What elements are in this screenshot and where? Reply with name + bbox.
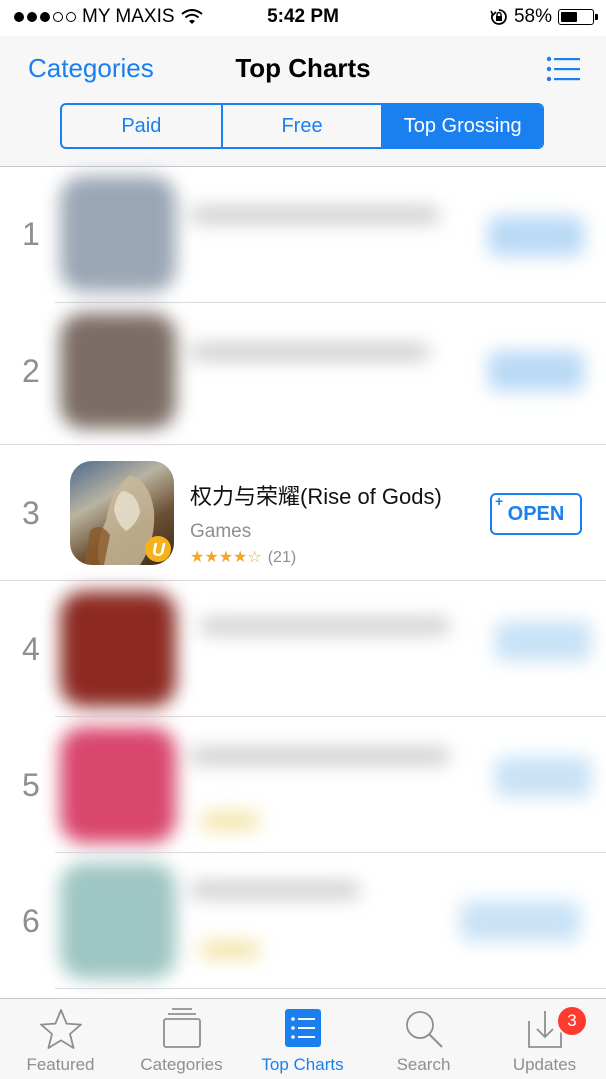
tab-updates[interactable]: 3 Updates: [484, 999, 605, 1079]
rating-placeholder: [200, 812, 260, 830]
rotation-lock-icon: [490, 9, 507, 25]
segment-paid[interactable]: Paid: [62, 105, 223, 147]
rating-stars: ★★★★☆: [190, 549, 262, 566]
open-button-label: OPEN: [507, 502, 565, 525]
app-title-placeholder: [200, 617, 450, 635]
rank-number: 5: [22, 767, 40, 803]
rating-placeholder: [200, 941, 260, 959]
status-bar: MY MAXIS 5:42 PM 58%: [0, 0, 606, 36]
list-item[interactable]: 5: [0, 717, 606, 853]
battery-percent: 58%: [513, 6, 552, 27]
star-rating: ★★★★☆ (21): [190, 547, 296, 567]
star-icon: [39, 1009, 82, 1049]
plus-icon: +: [495, 493, 504, 509]
app-title-placeholder: [190, 206, 440, 224]
get-button-placeholder: [488, 351, 584, 391]
top-charts-icon: [284, 1009, 321, 1047]
page-title: Top Charts: [235, 53, 371, 83]
app-title-placeholder: [190, 343, 430, 361]
get-button-placeholder: [495, 621, 591, 661]
list-item[interactable]: 6: [0, 853, 606, 989]
categories-icon: [162, 1008, 201, 1048]
list-item[interactable]: 4: [0, 581, 606, 717]
list-icon[interactable]: [546, 56, 580, 82]
list-item[interactable]: 2: [0, 303, 606, 439]
navigation-bar: Categories Top Charts Paid Free Top Gros…: [0, 36, 606, 167]
rank-number: 4: [22, 631, 40, 667]
app-category: Games: [190, 521, 252, 542]
battery-icon: [558, 9, 598, 25]
get-button-placeholder: [495, 757, 591, 797]
list-item-rise-of-gods[interactable]: 3 U 权力与荣耀(Rise of Gods) Games ★★★★☆ (21) …: [0, 445, 606, 581]
game-warrior-icon[interactable]: U: [70, 461, 174, 565]
open-button[interactable]: + OPEN: [490, 493, 582, 535]
app-title-placeholder: [190, 881, 360, 899]
app-title: 权力与荣耀(Rise of Gods): [190, 484, 442, 509]
app-icon: [60, 727, 176, 843]
updates-badge: 3: [556, 1005, 588, 1037]
segment-free[interactable]: Free: [223, 105, 384, 147]
search-icon: [405, 1011, 443, 1048]
get-button-placeholder: [460, 901, 580, 941]
tab-top-charts[interactable]: Top Charts: [242, 999, 363, 1079]
list-item[interactable]: 1: [0, 166, 606, 302]
tab-search[interactable]: Search: [363, 999, 484, 1079]
app-icon: [60, 176, 176, 292]
tab-label: Featured: [26, 1055, 95, 1074]
segment-top-grossing[interactable]: Top Grossing: [383, 105, 542, 147]
battery-area: 58%: [490, 6, 598, 28]
app-icon: [60, 591, 176, 707]
tab-bar: Featured Categories Top Charts Search 3 …: [0, 998, 606, 1079]
tab-categories[interactable]: Categories: [121, 999, 242, 1079]
rank-number: 1: [22, 216, 40, 252]
tab-label: Top Charts: [261, 1055, 344, 1074]
tab-featured[interactable]: Featured: [0, 999, 121, 1079]
chart-type-segmented-control: Paid Free Top Grossing: [60, 103, 544, 149]
svg-text:U: U: [152, 540, 166, 560]
tab-label: Search: [396, 1055, 451, 1074]
rank-number: 2: [22, 353, 40, 389]
app-title-placeholder: [190, 747, 450, 765]
app-icon: [60, 863, 176, 979]
rating-count: (21): [267, 549, 297, 566]
app-icon: [60, 313, 176, 429]
tab-label: Updates: [512, 1055, 577, 1074]
get-button-placeholder: [488, 216, 584, 256]
tab-label: Categories: [140, 1055, 223, 1074]
rank-number: 3: [22, 495, 40, 531]
rank-number: 6: [22, 903, 40, 939]
